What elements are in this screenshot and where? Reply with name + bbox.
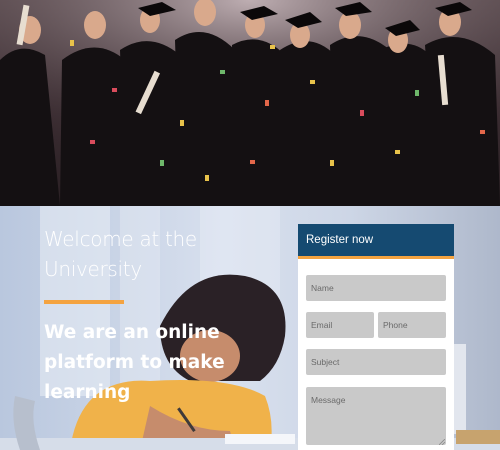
message-textarea[interactable] — [306, 387, 446, 445]
register-form: Register now — [298, 224, 454, 450]
hero-graduates-image — [0, 0, 500, 206]
register-form-title: Register now — [306, 234, 374, 246]
resize-handle-icon[interactable] — [439, 439, 445, 445]
graduates-photo — [0, 0, 500, 206]
email-input[interactable] — [306, 312, 374, 338]
register-form-header: Register now — [298, 224, 454, 259]
name-input[interactable] — [306, 275, 446, 301]
welcome-heading: Welcome at the University — [44, 227, 197, 281]
accent-divider — [44, 300, 124, 304]
tagline-heading: We are an online platform to make learni… — [44, 322, 225, 403]
phone-input[interactable] — [378, 312, 446, 338]
subject-input[interactable] — [306, 349, 446, 375]
